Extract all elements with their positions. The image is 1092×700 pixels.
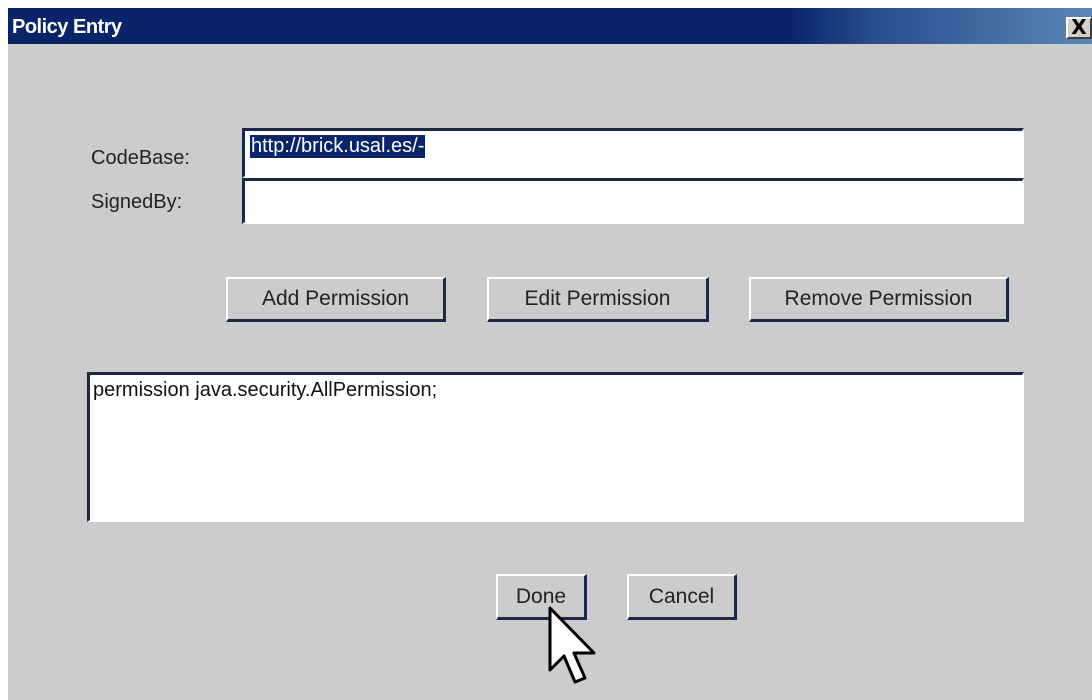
permissions-list[interactable]: permission java.security.AllPermission; (87, 372, 1024, 522)
codebase-label: CodeBase: (91, 147, 190, 169)
remove-permission-button[interactable]: Remove Permission (749, 277, 1009, 322)
title-bar[interactable]: Policy Entry X (8, 8, 1092, 44)
policy-entry-dialog: Policy Entry X CodeBase: http://brick.us… (8, 8, 1092, 700)
window-title: Policy Entry (12, 16, 122, 38)
signedby-label: SignedBy: (91, 191, 183, 213)
signedby-field[interactable] (242, 178, 1024, 224)
codebase-value: http://brick.usal.es/- (250, 135, 426, 158)
mouse-pointer-icon (548, 606, 596, 684)
close-icon[interactable]: X (1066, 17, 1092, 39)
codebase-field[interactable]: http://brick.usal.es/- (242, 128, 1024, 178)
edit-permission-button[interactable]: Edit Permission (487, 277, 709, 322)
add-permission-button[interactable]: Add Permission (226, 277, 446, 322)
list-item[interactable]: permission java.security.AllPermission; (93, 379, 437, 402)
cancel-button[interactable]: Cancel (627, 574, 737, 620)
